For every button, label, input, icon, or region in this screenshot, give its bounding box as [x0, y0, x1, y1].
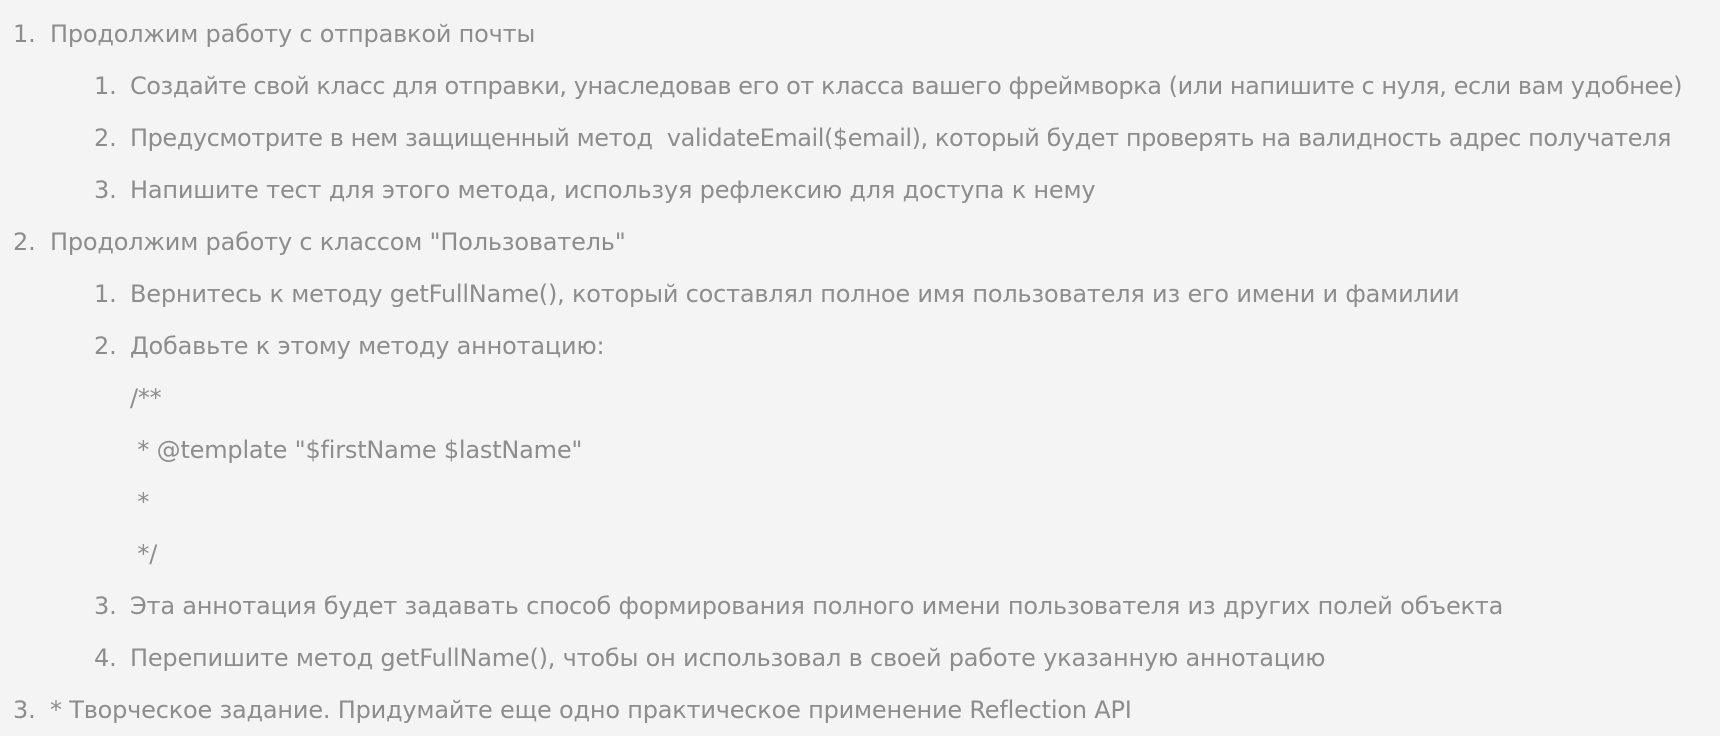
sublist-item-text: Добавьте к этому методу аннотацию: [130, 332, 605, 360]
sublist-item-number: 1. [94, 72, 117, 100]
sublist-item-number: 2. [94, 332, 117, 360]
annotation-code-line: * @template "$firstName $lastName" [130, 436, 583, 464]
sublist-item-number: 3. [94, 176, 117, 204]
annotation-code-line: /** [130, 384, 162, 412]
sublist-item-number: 3. [94, 592, 117, 620]
sublist-item-text: Напишите тест для этого метода, использу… [130, 176, 1096, 204]
list-item-text: * Творческое задание. Придумайте еще одн… [50, 696, 1132, 724]
sublist-item-number: 2. [94, 124, 117, 152]
sublist-item-text: Эта аннотация будет задавать способ форм… [130, 592, 1504, 620]
annotation-code-line: * [130, 488, 150, 516]
sublist-item-number: 1. [94, 280, 117, 308]
list-item-text: Продолжим работу с отправкой почты [50, 20, 536, 48]
sublist-item-text: Вернитесь к методу getFullName(), которы… [130, 280, 1460, 308]
annotation-code-line: */ [130, 540, 158, 568]
list-item-text: Продолжим работу с классом "Пользователь… [50, 228, 626, 256]
sublist-item-text: Создайте свой класс для отправки, унасле… [130, 72, 1682, 100]
sublist-item-number: 4. [94, 644, 117, 672]
sublist-item-text: Предусмотрите в нем защищенный метод val… [130, 124, 1671, 152]
list-item-number: 3. [13, 696, 36, 724]
list-item-number: 2. [13, 228, 36, 256]
sublist-item-text: Перепишите метод getFullName(), чтобы он… [130, 644, 1326, 672]
list-item-number: 1. [13, 20, 36, 48]
